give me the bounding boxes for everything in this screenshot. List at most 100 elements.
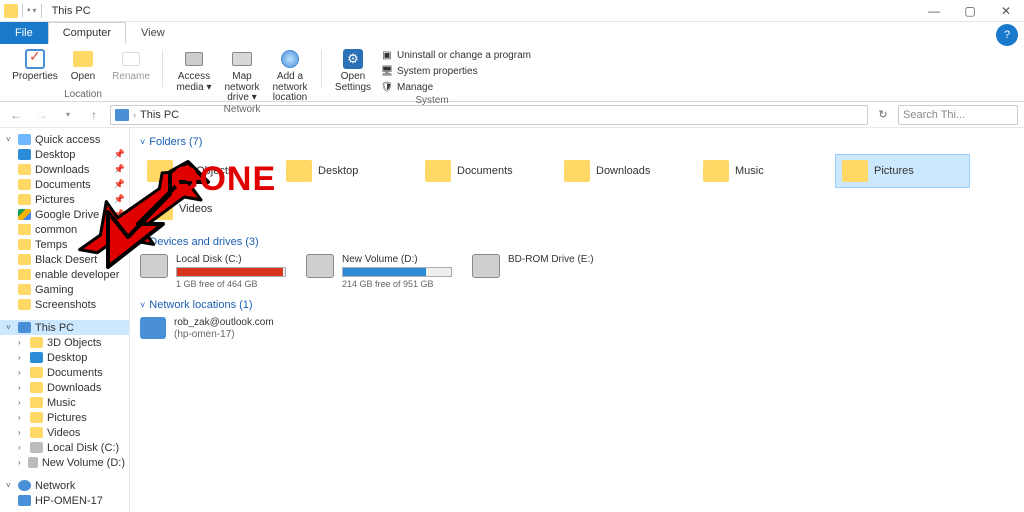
back-button[interactable]: ←: [6, 105, 26, 125]
folder-icon: [30, 337, 43, 348]
folder-icon: [30, 442, 43, 453]
window-controls: — ▢ ✕: [916, 0, 1024, 22]
ribbon-group-location: Properties Open Rename Location: [6, 46, 160, 101]
ribbon-tabs: File Computer View ?: [0, 22, 1024, 44]
content-pane: ˅Folders (7) 3D ObjectsDesktopDocumentsD…: [130, 128, 1024, 512]
group-label-network: Network: [224, 104, 261, 116]
tree-item[interactable]: ›Music: [0, 395, 129, 410]
folder-item[interactable]: Documents: [418, 154, 553, 188]
folder-icon: [18, 239, 31, 250]
access-media-button[interactable]: Access media ▾: [171, 46, 217, 93]
folder-icon: [30, 382, 43, 393]
tree-item[interactable]: ›3D Objects: [0, 335, 129, 350]
open-button[interactable]: Open: [60, 46, 106, 83]
netloc-line1: rob_zak@outlook.com: [174, 317, 274, 329]
qat-dropdown[interactable]: ▾: [33, 6, 37, 15]
drive-name: BD-ROM Drive (E:): [508, 254, 594, 265]
properties-button[interactable]: Properties: [12, 46, 58, 83]
tree-item[interactable]: ›Videos: [0, 425, 129, 440]
system-props-button[interactable]: 🖥System properties: [378, 64, 534, 79]
star-icon: [18, 134, 31, 145]
folder-icon: [18, 164, 31, 175]
close-button[interactable]: ✕: [988, 0, 1024, 22]
folder-item[interactable]: Desktop: [279, 154, 414, 188]
rename-button[interactable]: Rename: [108, 46, 154, 83]
tree-item[interactable]: ›Documents: [0, 365, 129, 380]
tab-computer[interactable]: Computer: [48, 22, 126, 44]
folder-icon: [30, 397, 43, 408]
folder-icon: [18, 209, 31, 220]
tree-item[interactable]: ›Pictures: [0, 410, 129, 425]
group-label-location: Location: [64, 89, 102, 101]
window-title: This PC: [52, 5, 91, 17]
minimize-button[interactable]: —: [916, 0, 952, 22]
address-bar-row: ← → ▾ ↑ › This PC ↻ Search Thi...: [0, 102, 1024, 128]
folder-icon: [18, 149, 31, 160]
tree-item[interactable]: Screenshots: [0, 297, 129, 312]
app-icon: [4, 4, 18, 18]
breadcrumb-segment[interactable]: This PC: [140, 109, 179, 121]
tree-item[interactable]: ›Downloads: [0, 380, 129, 395]
tree-item[interactable]: ›Desktop: [0, 350, 129, 365]
tab-view[interactable]: View: [126, 22, 180, 44]
open-settings-button[interactable]: Open Settings: [330, 46, 376, 93]
folder-item[interactable]: Music: [696, 154, 831, 188]
tab-file[interactable]: File: [0, 22, 48, 44]
ribbon: Properties Open Rename Location Access m…: [0, 44, 1024, 102]
tree-network[interactable]: ˅Network: [0, 478, 129, 493]
add-network-button[interactable]: Add a network location: [267, 46, 313, 104]
netloc-line2: (hp-omen-17): [174, 329, 274, 341]
uninstall-button[interactable]: ▣Uninstall or change a program: [378, 48, 534, 63]
folder-icon: [30, 352, 43, 363]
quick-access-toolbar: ▪ ▾: [0, 4, 48, 18]
folder-icon: [18, 269, 31, 280]
tree-item[interactable]: Gaming: [0, 282, 129, 297]
network-location-item[interactable]: rob_zak@outlook.com (hp-omen-17): [140, 317, 1014, 340]
folder-icon: [18, 254, 31, 265]
help-button[interactable]: ?: [996, 24, 1018, 46]
tree-item[interactable]: HP-OMEN-17: [0, 493, 129, 508]
free-space-label: 214 GB free of 951 GB: [342, 279, 452, 289]
folder-icon: [703, 160, 729, 182]
tree-item[interactable]: ›Local Disk (C:): [0, 440, 129, 455]
computer-icon: [140, 317, 166, 339]
tree-item[interactable]: ›New Volume (D:): [0, 455, 129, 470]
capacity-bar: [342, 267, 452, 277]
tree-this-pc[interactable]: ˅This PC: [0, 320, 129, 335]
group-label-system: System: [415, 95, 448, 107]
up-button[interactable]: ↑: [84, 105, 104, 125]
shield-icon: 🛡: [381, 82, 393, 94]
folder-icon: [842, 160, 868, 182]
refresh-button[interactable]: ↻: [874, 106, 892, 124]
folder-icon: [18, 299, 31, 310]
maximize-button[interactable]: ▢: [952, 0, 988, 22]
pc-icon: [115, 109, 129, 121]
folders-header[interactable]: ˅Folders (7): [140, 136, 1014, 148]
folder-icon: [425, 160, 451, 182]
forward-button[interactable]: →: [32, 105, 52, 125]
box-icon: ▣: [381, 50, 393, 62]
monitor-icon: 🖥: [381, 66, 393, 78]
drives-header[interactable]: ˅Devices and drives (3): [140, 236, 1014, 248]
search-input[interactable]: Search Thi...: [898, 105, 1018, 125]
folder-icon: [564, 160, 590, 182]
folder-icon: [30, 412, 43, 423]
folder-item[interactable]: Pictures: [835, 154, 970, 188]
annotation-arrow-icon: [68, 152, 218, 282]
drive-item[interactable]: New Volume (D:) 214 GB free of 951 GB: [306, 254, 456, 289]
recent-dropdown[interactable]: ▾: [58, 105, 78, 125]
manage-button[interactable]: 🛡Manage: [378, 80, 534, 95]
pc-icon: [18, 322, 31, 333]
map-drive-button[interactable]: Map network drive ▾: [219, 46, 265, 104]
drive-item[interactable]: BD-ROM Drive (E:): [472, 254, 622, 289]
folder-item[interactable]: Downloads: [557, 154, 692, 188]
network-icon: [18, 480, 31, 491]
ribbon-group-system: Open Settings ▣Uninstall or change a pro…: [324, 46, 540, 101]
folder-icon: [18, 194, 31, 205]
netloc-header[interactable]: ˅Network locations (1): [140, 299, 1014, 311]
folder-icon: [18, 224, 31, 235]
qat-item[interactable]: ▪: [27, 5, 31, 16]
tree-quick-access[interactable]: ˅Quick access: [0, 132, 129, 147]
folder-icon: [18, 284, 31, 295]
folder-icon: [18, 179, 31, 190]
